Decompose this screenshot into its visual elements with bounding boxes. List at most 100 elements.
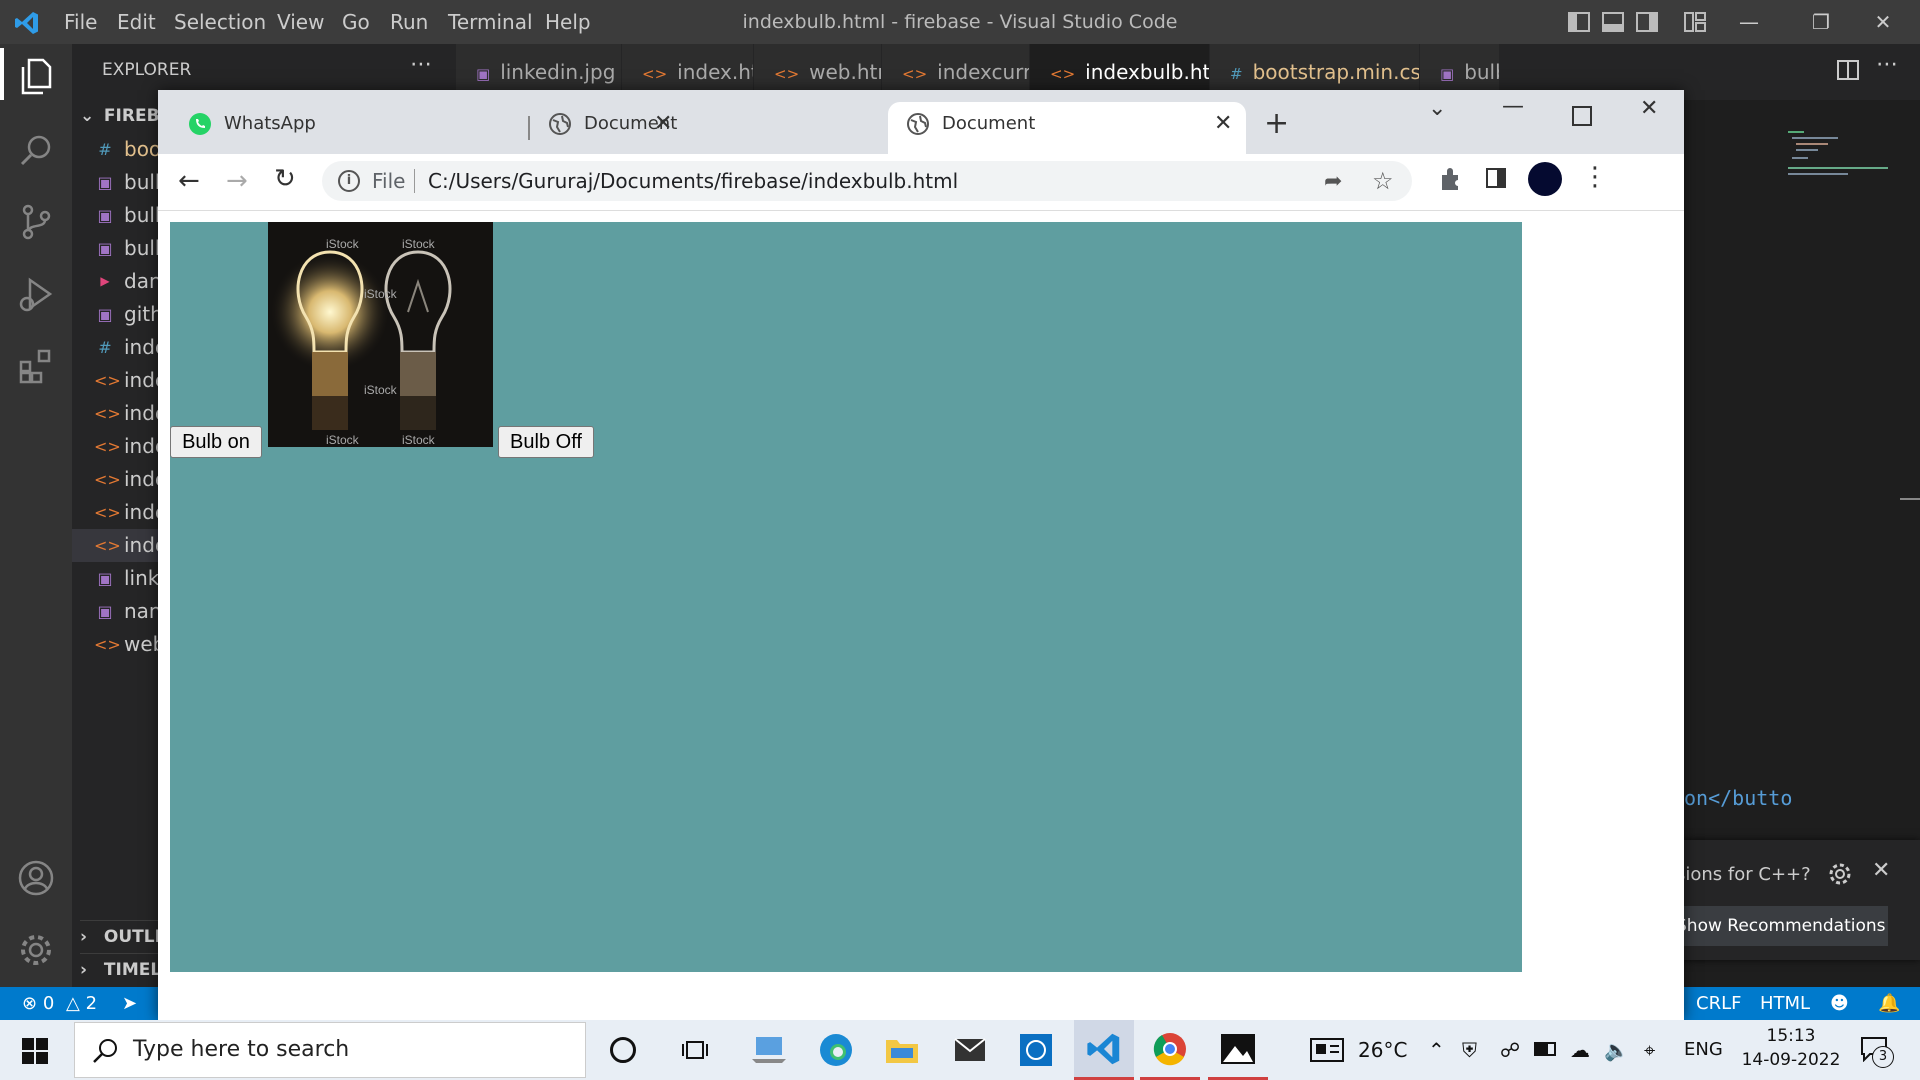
network-cloud-icon[interactable]: ☁ — [1570, 1020, 1590, 1080]
watermark-text: iStock — [364, 287, 398, 301]
dell-app-icon[interactable] — [1006, 1020, 1066, 1080]
cortana-icon[interactable] — [593, 1020, 653, 1080]
code-icon: <> — [94, 371, 121, 390]
menu-terminal[interactable]: Terminal — [448, 0, 533, 44]
feedback-icon[interactable]: ☻ — [1830, 987, 1849, 1020]
side-panel-icon[interactable] — [1486, 168, 1506, 188]
chrome-close-button[interactable]: ✕ — [1640, 96, 1658, 121]
profile-avatar[interactable] — [1528, 162, 1562, 196]
windows-start-icon[interactable] — [22, 1038, 48, 1064]
security-shield-icon[interactable]: ⛨ — [1462, 1020, 1477, 1080]
chrome-taskbar-icon[interactable] — [1140, 1020, 1200, 1080]
language-mode[interactable]: HTML — [1760, 987, 1810, 1020]
photos-app-icon[interactable] — [1208, 1020, 1268, 1080]
image-icon: ▣ — [97, 305, 113, 324]
extensions-icon[interactable] — [14, 344, 58, 388]
code-icon: <> — [94, 503, 121, 522]
menu-help[interactable]: Help — [545, 0, 591, 44]
bulb-off-button[interactable]: Bulb Off — [498, 426, 594, 458]
mail-icon[interactable] — [940, 1020, 1000, 1080]
share-icon[interactable]: ➦ — [1324, 169, 1342, 194]
vscode-minimize-button[interactable]: — — [1718, 0, 1780, 44]
volume-icon[interactable]: 🔈 — [1604, 1020, 1629, 1080]
edge-browser-icon[interactable] — [806, 1020, 866, 1080]
menu-view[interactable]: View — [277, 0, 324, 44]
problems-indicator[interactable]: ⊗ 0 △ 2 — [22, 987, 97, 1020]
code-icon: <> — [774, 65, 800, 83]
vscode-logo-icon — [14, 10, 40, 36]
show-recommendations-button[interactable]: Show Recommendations — [1676, 906, 1888, 946]
omnibox[interactable]: i File C:/Users/Gururaj/Documents/fireba… — [322, 161, 1412, 201]
battery-icon[interactable] — [1534, 1042, 1556, 1056]
new-tab-plus-icon[interactable]: + — [1264, 106, 1289, 141]
toast-close-icon[interactable]: ✕ — [1872, 858, 1890, 883]
wifi-icon[interactable]: ⌖ — [1644, 1020, 1655, 1080]
url-text[interactable]: C:/Users/Gururaj/Documents/firebase/inde… — [428, 169, 958, 193]
vscode-close-button[interactable]: ✕ — [1852, 0, 1914, 44]
tab-search-chevron-icon[interactable]: ⌄ — [1428, 96, 1446, 121]
warning-icon: △ — [66, 993, 80, 1014]
clock-time: 15:13 — [1766, 1026, 1816, 1046]
reload-icon[interactable]: ↻ — [274, 164, 296, 194]
source-control-icon[interactable] — [14, 200, 58, 244]
scrollbar-thumb[interactable] — [1900, 498, 1920, 500]
chrome-tab-document-active[interactable]: Document ✕ — [888, 102, 1246, 154]
manage-gear-icon[interactable] — [14, 928, 58, 972]
explorer-icon[interactable] — [14, 54, 58, 98]
search-icon — [91, 1037, 119, 1065]
toggle-panel-icon[interactable] — [1602, 12, 1624, 32]
editor-tab-label: indexcurrency.html — [937, 60, 1030, 84]
show-hidden-icons-chevron-icon[interactable]: ⌃ — [1428, 1020, 1445, 1080]
windows-taskbar: Type here to search 26°C ⌃ ⛨ ☍ ☁ 🔈 ⌖ ENG… — [0, 1020, 1920, 1080]
toggle-secondary-sidebar-icon[interactable] — [1636, 12, 1658, 32]
eol-indicator[interactable]: CRLF — [1696, 987, 1741, 1020]
bulb-on-button[interactable]: Bulb on — [170, 426, 262, 458]
vscode-restore-button[interactable]: ❐ — [1790, 0, 1852, 44]
menu-selection[interactable]: Selection — [174, 0, 266, 44]
action-center-icon[interactable]: 3 — [1860, 1036, 1894, 1068]
customize-layout-icon[interactable] — [1684, 12, 1706, 32]
notifications-bell-icon[interactable]: 🔔 — [1878, 987, 1900, 1020]
close-icon[interactable]: ✕ — [1214, 102, 1232, 146]
back-arrow-icon[interactable]: ← — [178, 166, 200, 196]
taskbar-search-box[interactable]: Type here to search — [74, 1022, 586, 1078]
vscode-taskbar-icon[interactable] — [1074, 1020, 1134, 1080]
image-icon: ▣ — [97, 206, 113, 225]
taskbar-clock[interactable]: 15:13 14-09-2022 — [1736, 1026, 1846, 1070]
weather-temperature[interactable]: 26°C — [1358, 1020, 1407, 1080]
chrome-menu-icon[interactable]: ⋮ — [1582, 162, 1608, 192]
accounts-icon[interactable] — [14, 856, 58, 900]
live-share-icon[interactable]: ➤ — [122, 987, 137, 1020]
file-explorer-icon[interactable] — [872, 1020, 932, 1080]
toggle-primary-sidebar-icon[interactable] — [1568, 12, 1590, 32]
minimap[interactable] — [1778, 128, 1898, 188]
chrome-maximize-button[interactable] — [1572, 106, 1592, 126]
editor-more-icon[interactable]: ⋯ — [1876, 52, 1898, 77]
code-icon: <> — [94, 536, 121, 555]
input-language[interactable]: ENG — [1684, 1020, 1723, 1080]
toast-gear-icon[interactable] — [1828, 862, 1852, 886]
active-indicator — [0, 48, 4, 100]
image-icon: ▣ — [97, 602, 113, 621]
image-icon: ▣ — [97, 239, 113, 258]
news-widget-icon[interactable] — [1310, 1038, 1344, 1062]
info-icon[interactable]: i — [338, 170, 360, 192]
code-icon: <> — [94, 635, 121, 654]
laptop-app-icon[interactable] — [739, 1020, 799, 1080]
video-icon: ▶ — [100, 274, 110, 288]
explorer-more-icon[interactable]: ⋯ — [410, 52, 432, 77]
menu-file[interactable]: File — [64, 0, 97, 44]
tray-app-icon[interactable]: ☍ — [1500, 1020, 1520, 1080]
split-editor-icon[interactable] — [1836, 58, 1860, 82]
search-icon[interactable] — [14, 128, 58, 172]
menu-edit[interactable]: Edit — [117, 0, 156, 44]
run-debug-icon[interactable] — [14, 272, 58, 316]
chrome-minimize-button[interactable]: — — [1502, 94, 1524, 119]
forward-arrow-icon[interactable]: → — [226, 166, 248, 196]
chevron-right-icon: › — [80, 960, 88, 980]
task-view-icon[interactable] — [665, 1020, 725, 1080]
extensions-puzzle-icon[interactable] — [1438, 166, 1464, 192]
menu-run[interactable]: Run — [390, 0, 428, 44]
bookmark-star-icon[interactable]: ☆ — [1372, 167, 1394, 195]
menu-go[interactable]: Go — [342, 0, 370, 44]
